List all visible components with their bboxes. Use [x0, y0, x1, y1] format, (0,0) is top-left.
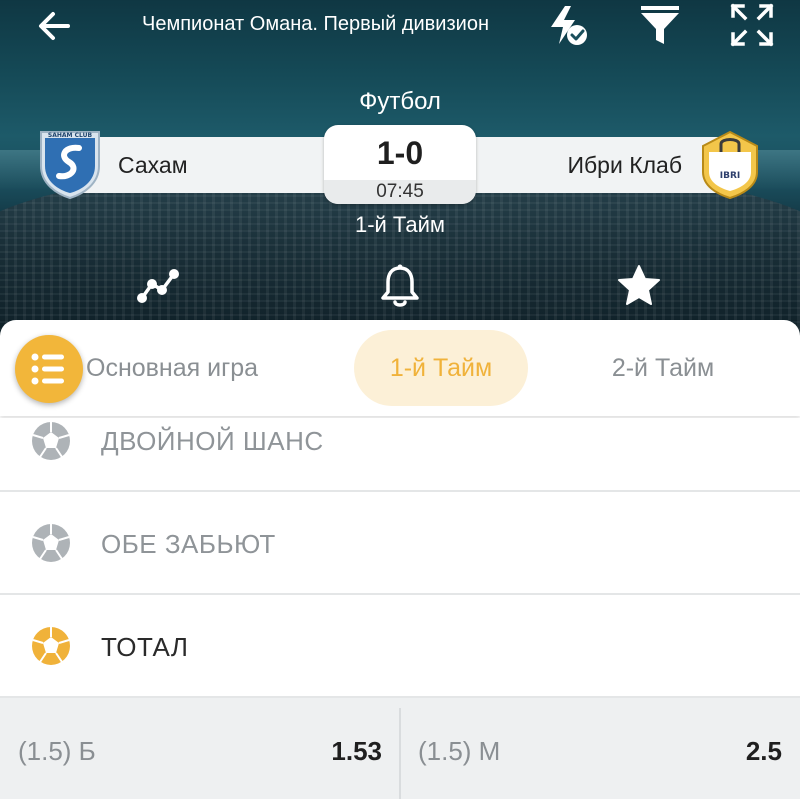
top-bar: Чемпионат Омана. Первый дивизион: [0, 0, 800, 56]
odd-over-button[interactable]: (1.5) Б 1.53: [0, 698, 400, 799]
match-time: 07:45: [324, 180, 476, 204]
market-label: ОБЕ ЗАБЬЮТ: [101, 529, 276, 559]
sport-label: Футбол: [359, 88, 441, 115]
home-team-bar: Сахам: [72, 137, 340, 193]
away-logo-text: IBRI: [720, 171, 741, 181]
football-icon: [32, 524, 70, 562]
quick-bet-icon[interactable]: [545, 2, 591, 48]
market-double-chance[interactable]: ДВОЙНОЙ ШАНС: [0, 418, 800, 492]
tab-main-game[interactable]: Основная игра: [70, 330, 300, 406]
championship-title: Чемпионат Омана. Первый дивизион: [142, 13, 489, 35]
away-team-bar: Ибри Клаб: [460, 137, 728, 193]
odd-over-value: 1.53: [331, 736, 382, 766]
markets-menu-button[interactable]: [15, 335, 83, 403]
tab-first-half[interactable]: 1-й Тайм: [354, 330, 528, 406]
filter-icon[interactable]: [637, 2, 683, 48]
football-icon: [32, 422, 70, 460]
away-team-name: Ибри Клаб: [567, 152, 682, 178]
favorite-star-icon[interactable]: [615, 262, 663, 310]
odd-over-label: (1.5) Б: [18, 736, 96, 766]
away-team-logo: IBRI: [697, 128, 763, 202]
home-team-name: Сахам: [118, 152, 188, 178]
odd-under-value: 2.5: [745, 736, 782, 766]
football-icon-active: [32, 627, 70, 665]
home-logo-text: SAHAM CLUB: [48, 132, 93, 139]
match-header: Чемпионат Омана. Первый дивизион Футбол …: [0, 0, 800, 340]
statistics-icon[interactable]: [134, 262, 182, 310]
back-arrow-icon[interactable]: [34, 6, 74, 46]
odd-under-button[interactable]: (1.5) М 2.5: [400, 698, 800, 799]
tab-second-half[interactable]: 2-й Тайм: [580, 330, 746, 406]
period-tabs: Основная игра 1-й Тайм 2-й Тайм: [0, 320, 800, 416]
bell-icon[interactable]: [376, 262, 424, 310]
match-score: 1-0: [376, 135, 424, 171]
fullscreen-icon[interactable]: [729, 2, 775, 48]
odd-under-label: (1.5) М: [418, 736, 501, 766]
home-team-logo: SAHAM CLUB: [37, 126, 103, 200]
market-both-score[interactable]: ОБЕ ЗАБЬЮТ: [0, 492, 800, 595]
market-label: ДВОЙНОЙ ШАНС: [101, 426, 324, 456]
score-card: 1-0 07:45: [324, 125, 476, 204]
market-total[interactable]: ТОТАЛ: [0, 595, 800, 698]
list-icon: [31, 353, 64, 385]
market-label: ТОТАЛ: [101, 632, 189, 662]
total-odds-row: (1.5) Б 1.53 (1.5) М 2.5: [0, 698, 800, 799]
period-label: 1-й Тайм: [354, 212, 446, 237]
